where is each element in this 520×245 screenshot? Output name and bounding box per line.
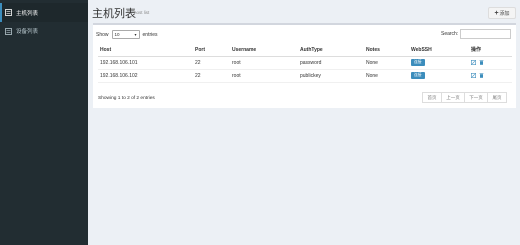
authtype-cell: password bbox=[298, 56, 364, 70]
sidebar-item-device-list[interactable]: 设备列表 bbox=[0, 22, 88, 40]
authtype-cell: publickey bbox=[298, 69, 364, 83]
port-cell: 22 bbox=[193, 69, 230, 83]
table-row: 192.168.106.102 22 root publickey None 连… bbox=[98, 69, 512, 83]
username-cell: root bbox=[230, 56, 298, 70]
add-host-button[interactable]: + 添加 bbox=[488, 7, 516, 19]
search-input[interactable] bbox=[460, 29, 512, 39]
notes-cell: None bbox=[364, 69, 409, 83]
column-header[interactable]: Host bbox=[98, 44, 193, 57]
list-icon bbox=[5, 27, 12, 35]
column-header[interactable]: Port bbox=[193, 44, 230, 57]
sidebar: 主机列表 设备列表 bbox=[0, 0, 88, 245]
list-icon bbox=[5, 9, 12, 16]
actions-cell bbox=[469, 56, 512, 70]
main-content: 主机列表 host list + 添加 Show 10 ▾ entries Se… bbox=[88, 0, 520, 245]
length-value: 10 bbox=[114, 32, 120, 37]
sidebar-item-host-list[interactable]: 主机列表 bbox=[0, 3, 88, 22]
search-control: Search: bbox=[441, 29, 512, 39]
column-header[interactable]: 操作 bbox=[469, 44, 512, 57]
host-cell: 192.168.106.102 bbox=[98, 69, 193, 83]
column-header[interactable]: Notes bbox=[364, 44, 409, 57]
port-cell: 22 bbox=[193, 56, 230, 70]
trash-icon[interactable] bbox=[479, 73, 484, 78]
webssh-connect-button[interactable]: 连接 bbox=[411, 72, 425, 79]
show-label: Show bbox=[96, 31, 109, 38]
page-title: 主机列表 bbox=[92, 8, 136, 20]
edit-icon[interactable] bbox=[471, 72, 477, 78]
webssh-cell: 连接 bbox=[409, 69, 469, 83]
notes-cell: None bbox=[364, 56, 409, 70]
search-label: Search: bbox=[441, 31, 459, 37]
table-info: Showing 1 to 2 of 2 entries bbox=[98, 96, 155, 101]
table-row: 192.168.106.101 22 root password None 连接 bbox=[98, 56, 512, 70]
host-table-box: Show 10 ▾ entries Search: Host Port User… bbox=[93, 23, 516, 108]
length-control: Show 10 ▾ entries bbox=[96, 30, 158, 39]
sidebar-item-label: 设备列表 bbox=[16, 29, 39, 35]
host-table: Host Port Username AuthType Notes WebSSH… bbox=[98, 44, 512, 83]
page-subtitle: host list bbox=[134, 10, 150, 15]
username-cell: root bbox=[230, 69, 298, 83]
content-header: 主机列表 host list + 添加 bbox=[88, 0, 520, 22]
webssh-connect-button[interactable]: 连接 bbox=[411, 59, 425, 66]
entries-label: entries bbox=[142, 31, 158, 38]
actions-cell bbox=[469, 69, 512, 83]
table-header-row: Host Port Username AuthType Notes WebSSH… bbox=[98, 44, 512, 57]
webssh-cell: 连接 bbox=[409, 56, 469, 70]
column-header[interactable]: Username bbox=[230, 44, 298, 57]
pagination: 首页 上一页 下一页 尾页 bbox=[422, 92, 507, 103]
edit-icon[interactable] bbox=[471, 59, 477, 65]
trash-icon[interactable] bbox=[479, 60, 484, 65]
column-header[interactable]: AuthType bbox=[298, 44, 364, 57]
sidebar-item-label: 主机列表 bbox=[16, 10, 39, 17]
plus-icon: + bbox=[494, 9, 499, 17]
pager-next-button[interactable]: 下一页 bbox=[464, 92, 488, 103]
column-header[interactable]: WebSSH bbox=[409, 44, 469, 57]
pager-first-button[interactable]: 首页 bbox=[422, 92, 442, 103]
pager-prev-button[interactable]: 上一页 bbox=[441, 92, 465, 103]
chevron-down-icon: ▾ bbox=[134, 32, 137, 37]
pager-last-button[interactable]: 尾页 bbox=[487, 92, 507, 103]
add-button-label: 添加 bbox=[499, 10, 510, 17]
host-cell: 192.168.106.101 bbox=[98, 56, 193, 70]
length-select[interactable]: 10 ▾ bbox=[111, 30, 140, 39]
